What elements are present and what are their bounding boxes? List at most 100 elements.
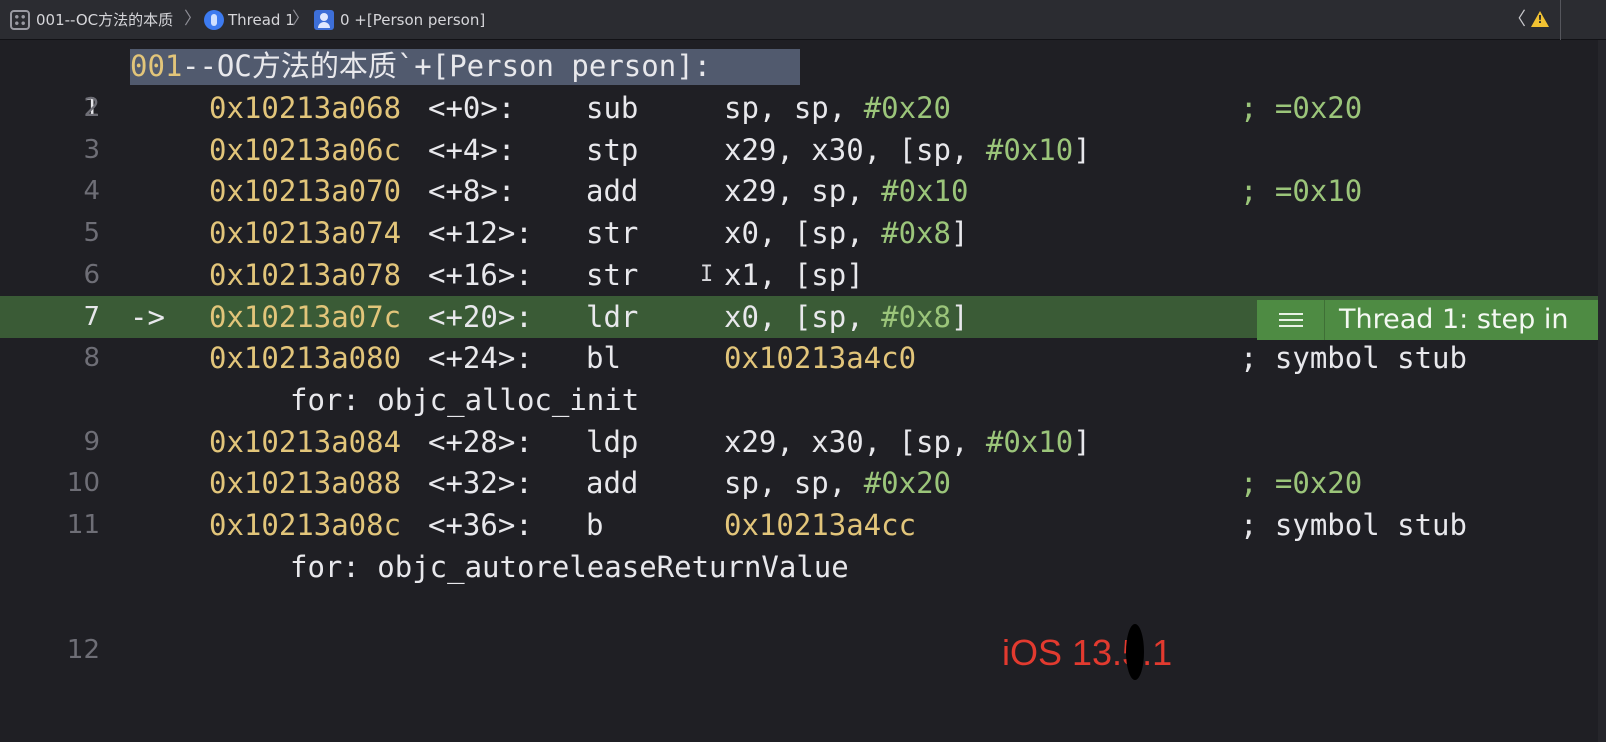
instruction-offset: <+16>: [428, 258, 533, 292]
instruction-offset: <+8>: [428, 174, 516, 208]
code-line-3: 3 0x10213a06c <+4>: stp x29, x30, [sp, #0x10… [0, 129, 1606, 171]
code-line-5: 5 0x10213a074 <+12>: str x0, [sp, #0x8] [0, 212, 1606, 254]
warning-mark: ! [1537, 13, 1543, 26]
line-number: 11 [66, 510, 100, 540]
jump-bar: 001--OC方法的本质 〉 Thread 1 〉 0 +[Person per… [0, 0, 1606, 40]
instruction-offset: <+24>: [428, 341, 533, 375]
instruction-address: 0x10213a068 [209, 91, 402, 125]
line-number: 2 [83, 93, 100, 123]
disassembly-editor[interactable]: 1 001 --OC方法的本质`+[Person person]: 2 0x102… [0, 40, 1606, 742]
code-line-11: 11 0x10213a08c <+36>: b 0x10213a4cc ; symbol … [0, 504, 1606, 546]
operand-text: ] [1073, 133, 1091, 167]
instruction-offset: <+20>: [428, 300, 533, 334]
immediate-value: #0x10 [985, 133, 1074, 167]
crumb-frame[interactable]: 0 +[Person person] [340, 9, 485, 31]
immediate-value: #0x8 [881, 216, 951, 250]
immediate-value: #0x20 [863, 91, 951, 125]
thread-status-badge[interactable]: Thread 1: step in [1257, 300, 1606, 340]
instruction-opcode: add [586, 174, 639, 208]
operand-text: x29, sp, [724, 174, 882, 208]
instruction-offset: <+0>: [428, 91, 516, 125]
instruction-address: 0x10213a06c [209, 133, 402, 167]
line-number: 8 [83, 343, 100, 373]
instruction-operands: x29, x30, [sp, #0x10] [724, 421, 1091, 463]
continuation-text: for: objc_alloc_init [290, 383, 640, 417]
instruction-address: 0x10213a084 [209, 425, 402, 459]
line-number: 5 [83, 218, 100, 248]
continuation-text: for: objc_autoreleaseReturnValue [290, 550, 849, 584]
operand-text: x0, [sp, [724, 216, 882, 250]
hamburger-icon[interactable] [1257, 300, 1325, 340]
instruction-comment: ; =0x10 [1240, 174, 1363, 208]
code-line-1: 1 001 --OC方法的本质`+[Person person]: [0, 45, 1606, 123]
instruction-offset: <+36>: [428, 508, 533, 542]
line-number: 9 [83, 427, 100, 457]
instruction-opcode: stp [586, 133, 639, 167]
operand-text: x29, x30, [sp, [724, 133, 986, 167]
stack-frame-icon [314, 10, 334, 30]
instruction-offset: <+28>: [428, 425, 533, 459]
instruction-address: 0x10213a07c [209, 300, 402, 334]
branch-target[interactable]: 0x10213a4cc [724, 504, 916, 546]
operand-text: sp, sp, [724, 91, 864, 125]
instruction-comment: ; =0x20 [1240, 466, 1363, 500]
operand-text: sp, sp, [724, 466, 864, 500]
instruction-address: 0x10213a088 [209, 466, 402, 500]
chevron-right-icon: 〉 [184, 9, 201, 29]
code-line-6: 6 0x10213a078 <+16>: str x1, [sp] [0, 254, 1606, 296]
project-icon [10, 10, 30, 30]
line-number: 12 [66, 635, 100, 665]
instruction-address: 0x10213a080 [209, 341, 402, 375]
pointer-blob [1126, 624, 1144, 680]
instruction-operands: x0, [sp, #0x8] [724, 296, 968, 338]
line-number: 3 [83, 135, 100, 165]
badge-text: Thread 1: step in [1339, 304, 1569, 335]
immediate-value: #0x10 [881, 174, 969, 208]
immediate-value: #0x10 [985, 425, 1074, 459]
instruction-operands: x29, x30, [sp, #0x10] [724, 129, 1091, 171]
instruction-offset: <+12>: [428, 216, 533, 250]
xcode-window: 001--OC方法的本质 〉 Thread 1 〉 0 +[Person per… [0, 0, 1606, 742]
pc-arrow-icon: -> [130, 300, 165, 334]
operand-text: x0, [sp, [724, 300, 882, 334]
instruction-address: 0x10213a070 [209, 174, 402, 208]
divider [1560, 0, 1561, 40]
line-number: 4 [83, 176, 100, 206]
vertical-scrollbar[interactable] [1598, 40, 1606, 742]
instruction-opcode: add [586, 466, 639, 500]
code-line-4: 4 0x10213a070 <+8>: add x29, sp, #0x10 ; =0x1… [0, 170, 1606, 212]
instruction-operands: x1, [sp] [724, 254, 864, 296]
instruction-offset: <+4>: [428, 133, 516, 167]
operand-text: ] [950, 300, 969, 334]
instruction-operands: x0, [sp, #0x8] [724, 212, 968, 254]
code-line-9: 9 0x10213a084 <+28>: ldp x29, x30, [sp, #0x1… [0, 421, 1606, 463]
operand-text: ] [1073, 425, 1091, 459]
code-line-10: 10 0x10213a088 <+32>: add sp, sp, #0x20 ; =0x… [0, 462, 1606, 504]
code-line-12: 12 [0, 587, 1606, 665]
immediate-value: #0x8 [881, 300, 951, 334]
instruction-comment: ; symbol stub [1240, 508, 1467, 542]
instruction-opcode: b [586, 508, 604, 542]
instruction-operands: sp, sp, #0x20 [724, 462, 951, 504]
heading-text: --OC方法的本质`+[Person person]: [182, 49, 712, 83]
crumb-project[interactable]: 001--OC方法的本质 [36, 9, 173, 31]
code-line-8: 8 0x10213a080 <+24>: bl 0x10213a4c0 ; symbol … [0, 337, 1606, 379]
instruction-comment: ; symbol stub [1240, 341, 1467, 375]
code-line-2: 2 0x10213a068 <+0>: sub sp, sp, #0x20 ; =0x20 [0, 87, 1606, 129]
instruction-opcode: bl [586, 341, 621, 375]
operand-text: x29, x30, [sp, [724, 425, 986, 459]
instruction-opcode: str [586, 258, 639, 292]
instruction-opcode: ldr [586, 300, 639, 334]
branch-target[interactable]: 0x10213a4c0 [724, 337, 916, 379]
instruction-opcode: ldp [586, 425, 639, 459]
instruction-opcode: str [586, 216, 639, 250]
line-number: 10 [66, 468, 100, 498]
ios-version-overlay: iOS 13.5.1 [1002, 632, 1173, 673]
instruction-operands: sp, sp, #0x20 [724, 87, 951, 129]
immediate-value: #0x20 [863, 466, 951, 500]
back-icon[interactable]: 〈 [1508, 9, 1526, 31]
instruction-operands: x29, sp, #0x10 [724, 170, 968, 212]
instruction-address: 0x10213a078 [209, 258, 402, 292]
instruction-address: 0x10213a074 [209, 216, 402, 250]
crumb-thread[interactable]: Thread 1 [228, 9, 295, 31]
